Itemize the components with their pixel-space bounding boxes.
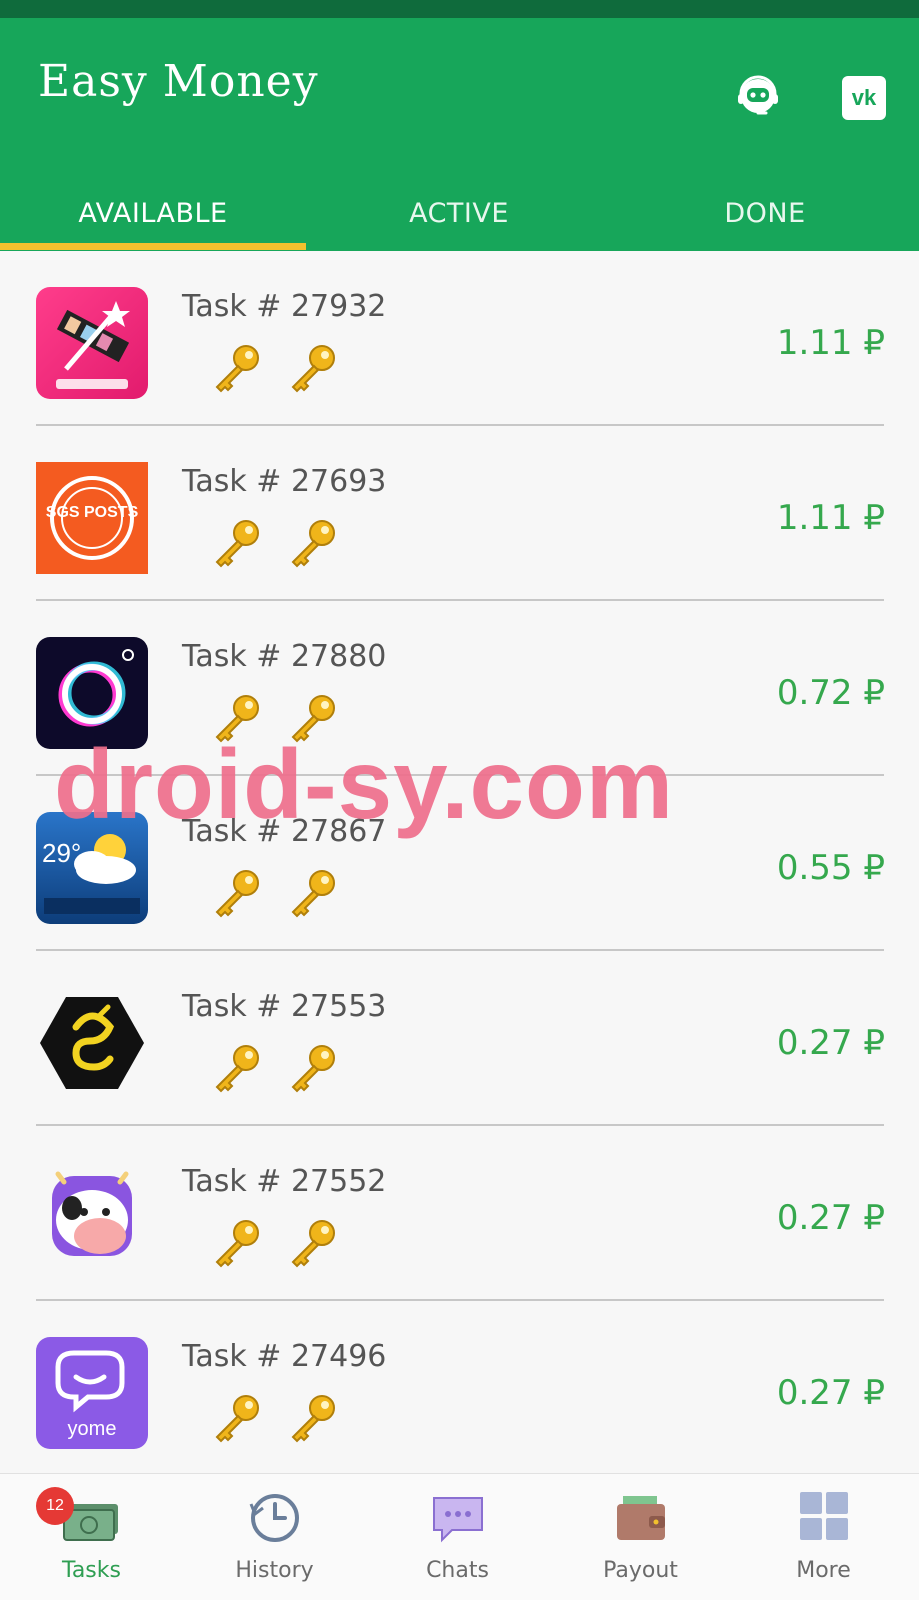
- yome-icon-text: yome: [68, 1418, 117, 1440]
- key-icon: [291, 1395, 335, 1443]
- watermark-text: droid-sy.com: [54, 729, 675, 839]
- task-label: Task # 27880: [182, 639, 387, 674]
- app-title: Easy Money: [38, 56, 319, 107]
- yome-app-icon: yome: [36, 1337, 148, 1449]
- app-bar: Easy Money vk AVAILABLE ACTIVE DONE: [0, 18, 919, 251]
- nav-payout[interactable]: Payout: [549, 1474, 732, 1600]
- nav-label-tasks: Tasks: [62, 1558, 121, 1583]
- key-icon: [215, 870, 259, 918]
- hexagon-logo-app-icon: [36, 987, 148, 1099]
- nav-label-chats: Chats: [426, 1558, 489, 1583]
- key-icon: [291, 1045, 335, 1093]
- task-keys: [208, 341, 348, 397]
- sgs-posts-app-icon: SGS POSTS: [36, 462, 148, 574]
- key-icon: [215, 1220, 259, 1268]
- task-price: 0.27 ₽: [776, 1198, 885, 1238]
- task-price: 0.27 ₽: [776, 1023, 885, 1063]
- task-keys: [208, 1041, 348, 1097]
- task-row[interactable]: Task # 27932 1.11 ₽: [0, 251, 919, 426]
- task-keys: [208, 866, 348, 922]
- tasks-count-badge: 12: [36, 1487, 74, 1525]
- task-price: 1.11 ₽: [776, 323, 885, 363]
- tab-selected-indicator: [0, 243, 306, 250]
- weather-icon-text: 29°: [42, 838, 81, 868]
- cow-app-icon: [36, 1162, 148, 1274]
- key-icon: [215, 1045, 259, 1093]
- task-label: Task # 27932: [182, 289, 387, 324]
- wallet-icon: [617, 1496, 665, 1540]
- task-label: Task # 27553: [182, 989, 387, 1024]
- task-price: 0.27 ₽: [776, 1373, 885, 1413]
- task-row[interactable]: Task # 27553 0.27 ₽: [0, 951, 919, 1126]
- vk-logo-icon[interactable]: vk: [842, 76, 886, 120]
- key-icon: [215, 520, 259, 568]
- task-keys: [208, 516, 348, 572]
- task-label: Task # 27496: [182, 1339, 387, 1374]
- task-price: 0.55 ₽: [776, 848, 885, 888]
- nav-label-history: History: [235, 1558, 314, 1583]
- sgs-icon-text: SGS POSTS: [46, 504, 139, 521]
- nav-more[interactable]: More: [732, 1474, 915, 1600]
- task-list: Task # 27932 1.11 ₽ SGS POSTS Task # 276…: [0, 251, 919, 1473]
- key-icon: [215, 1395, 259, 1443]
- chat-bubble-icon: [433, 1497, 483, 1543]
- key-icon: [291, 870, 335, 918]
- task-keys: [208, 1391, 348, 1447]
- key-icon: [291, 520, 335, 568]
- key-icon: [291, 345, 335, 393]
- task-label: Task # 27552: [182, 1164, 387, 1199]
- grid-icon: [800, 1492, 848, 1540]
- bottom-navigation: 12 Tasks History Chats Payout More: [0, 1473, 919, 1600]
- task-price: 1.11 ₽: [776, 498, 885, 538]
- nav-label-payout: Payout: [603, 1558, 678, 1583]
- nav-history[interactable]: History: [183, 1474, 366, 1600]
- slideshow-app-icon: [36, 287, 148, 399]
- task-row[interactable]: SGS POSTS Task # 27693 1.11 ₽: [0, 426, 919, 601]
- key-icon: [291, 1220, 335, 1268]
- nav-label-more: More: [796, 1558, 851, 1583]
- nav-chats[interactable]: Chats: [366, 1474, 549, 1600]
- task-price: 0.72 ₽: [776, 673, 885, 713]
- status-bar: [0, 0, 919, 18]
- key-icon: [215, 345, 259, 393]
- task-label: Task # 27693: [182, 464, 387, 499]
- nav-tasks[interactable]: 12 Tasks: [0, 1474, 183, 1600]
- history-clock-icon: [249, 1494, 299, 1542]
- task-row[interactable]: yome Task # 27496 0.27 ₽: [0, 1301, 919, 1476]
- task-keys: [208, 1216, 348, 1272]
- support-agent-icon[interactable]: [733, 72, 783, 122]
- task-row[interactable]: Task # 27552 0.27 ₽: [0, 1126, 919, 1301]
